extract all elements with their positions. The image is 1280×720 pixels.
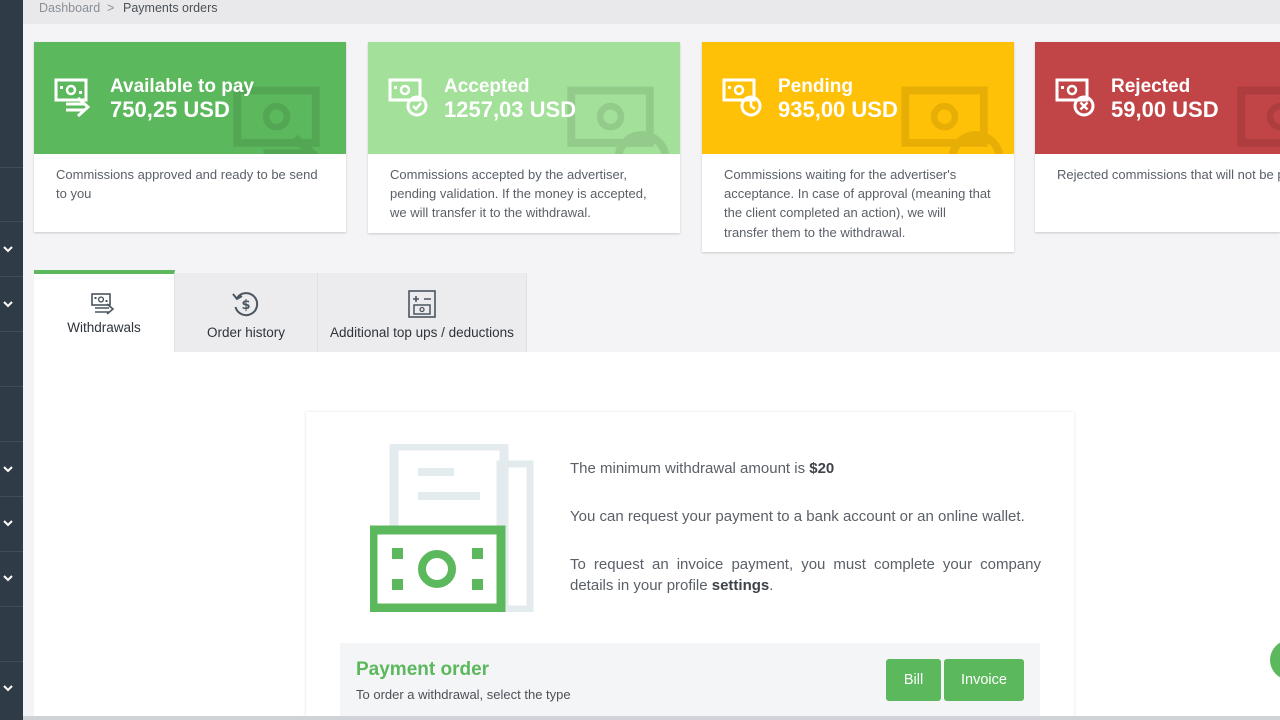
- card-description: Commissions accepted by the advertiser, …: [390, 167, 647, 221]
- sidebar-divider: [0, 496, 23, 497]
- chevron-down-icon[interactable]: [2, 243, 14, 255]
- card-title: Rejected: [1111, 76, 1191, 97]
- breadcrumb-current: Payments orders: [123, 1, 218, 15]
- invoice-info-label: To request an invoice payment, you must …: [570, 556, 1041, 594]
- card-amount: 59,00 USD: [1111, 97, 1219, 122]
- breadcrumb: Dashboard > Payments orders: [23, 0, 1280, 24]
- card-amount: 750,25 USD: [110, 97, 230, 122]
- chevron-down-icon[interactable]: [2, 682, 14, 694]
- invoice-info-period: .: [769, 577, 774, 594]
- bottom-scrollbar[interactable]: [23, 716, 1280, 720]
- card-header: Pending 935,00 USD: [702, 42, 1014, 154]
- card-header: Accepted 1257,03 USD: [368, 42, 680, 154]
- sidebar-divider: [0, 551, 23, 552]
- calculator-money-icon: [408, 290, 436, 318]
- min-withdrawal-amount: $20: [809, 460, 835, 477]
- money-clock-icon: [901, 86, 1004, 154]
- sidebar-divider: [0, 331, 23, 332]
- card-available-to-pay: Available to pay 750,25 USD Commissions …: [34, 42, 346, 232]
- chevron-down-icon[interactable]: [2, 572, 14, 584]
- card-header: Available to pay 750,25 USD: [34, 42, 346, 154]
- payment-order-title: Payment order: [356, 659, 490, 680]
- sidebar-divider: [0, 661, 23, 662]
- min-withdrawal-text: The minimum withdrawal amount is $20: [570, 458, 1041, 479]
- money-check-icon: [567, 86, 670, 154]
- sidebar-divider: [0, 386, 23, 387]
- card-description: Commissions waiting for the advertiser's…: [724, 167, 991, 240]
- money-cancel-icon: [1237, 86, 1280, 147]
- card-amount: 935,00 USD: [778, 97, 898, 122]
- card-description: Commissions approved and ready to be sen…: [56, 167, 318, 202]
- payment-order-subtitle: To order a withdrawal, select the type: [356, 687, 571, 702]
- breadcrumb-separator: >: [107, 1, 115, 15]
- card-title: Accepted: [444, 76, 530, 97]
- tab-order-history[interactable]: $ Order history: [175, 273, 318, 352]
- settings-link[interactable]: settings: [712, 577, 770, 594]
- card-pending: Pending 935,00 USD Commissions waiting f…: [702, 42, 1014, 252]
- tab-bar: Withdrawals $ Order history Additional t…: [34, 270, 527, 352]
- withdrawals-icon: [91, 293, 115, 315]
- card-description: Rejected commissions that will not be p: [1057, 167, 1280, 182]
- tab-withdrawals[interactable]: Withdrawals: [34, 270, 175, 352]
- history-dollar-icon: $: [232, 292, 259, 317]
- sidebar-divider: [0, 167, 23, 168]
- bill-button[interactable]: Bill: [886, 659, 941, 701]
- svg-text:$: $: [241, 298, 250, 313]
- tab-additional-top-ups-deductions[interactable]: Additional top ups / deductions: [318, 273, 527, 352]
- sidebar-divider: [0, 221, 23, 222]
- card-amount: 1257,03 USD: [444, 97, 577, 122]
- sidebar-divider: [0, 441, 23, 442]
- invoice-money-illustration: [370, 444, 534, 612]
- tab-label: Withdrawals: [67, 320, 141, 335]
- min-withdrawal-label: The minimum withdrawal amount is: [570, 460, 810, 477]
- money-clock-icon: [722, 78, 762, 117]
- tab-label: Additional top ups / deductions: [330, 325, 514, 340]
- money-cancel-icon: [1055, 78, 1095, 117]
- chevron-down-icon[interactable]: [2, 517, 14, 529]
- card-title: Pending: [778, 76, 853, 97]
- sidebar-divider: [0, 606, 23, 607]
- tab-label: Order history: [206, 325, 286, 340]
- card-header: Rejected 59,00 USD: [1035, 42, 1280, 154]
- money-send-icon: [54, 78, 91, 118]
- invoice-button[interactable]: Invoice: [944, 659, 1024, 701]
- money-check-icon: [388, 78, 428, 117]
- sidebar: [0, 0, 23, 720]
- payment-order-section: Payment order To order a withdrawal, sel…: [340, 643, 1040, 720]
- breadcrumb-dashboard-link[interactable]: Dashboard: [39, 1, 100, 15]
- card-accepted: Accepted 1257,03 USD Commissions accepte…: [368, 42, 680, 233]
- payment-methods-text: You can request your payment to a bank a…: [570, 508, 1025, 525]
- chevron-down-icon[interactable]: [2, 298, 14, 310]
- chevron-down-icon[interactable]: [2, 463, 14, 475]
- card-title: Available to pay: [110, 76, 254, 97]
- invoice-info-text: To request an invoice payment, you must …: [570, 554, 1041, 596]
- sidebar-divider: [0, 276, 23, 277]
- card-rejected: Rejected 59,00 USD Rejected commissions …: [1035, 42, 1280, 232]
- withdrawal-panel: The minimum withdrawal amount is $20 You…: [306, 412, 1074, 720]
